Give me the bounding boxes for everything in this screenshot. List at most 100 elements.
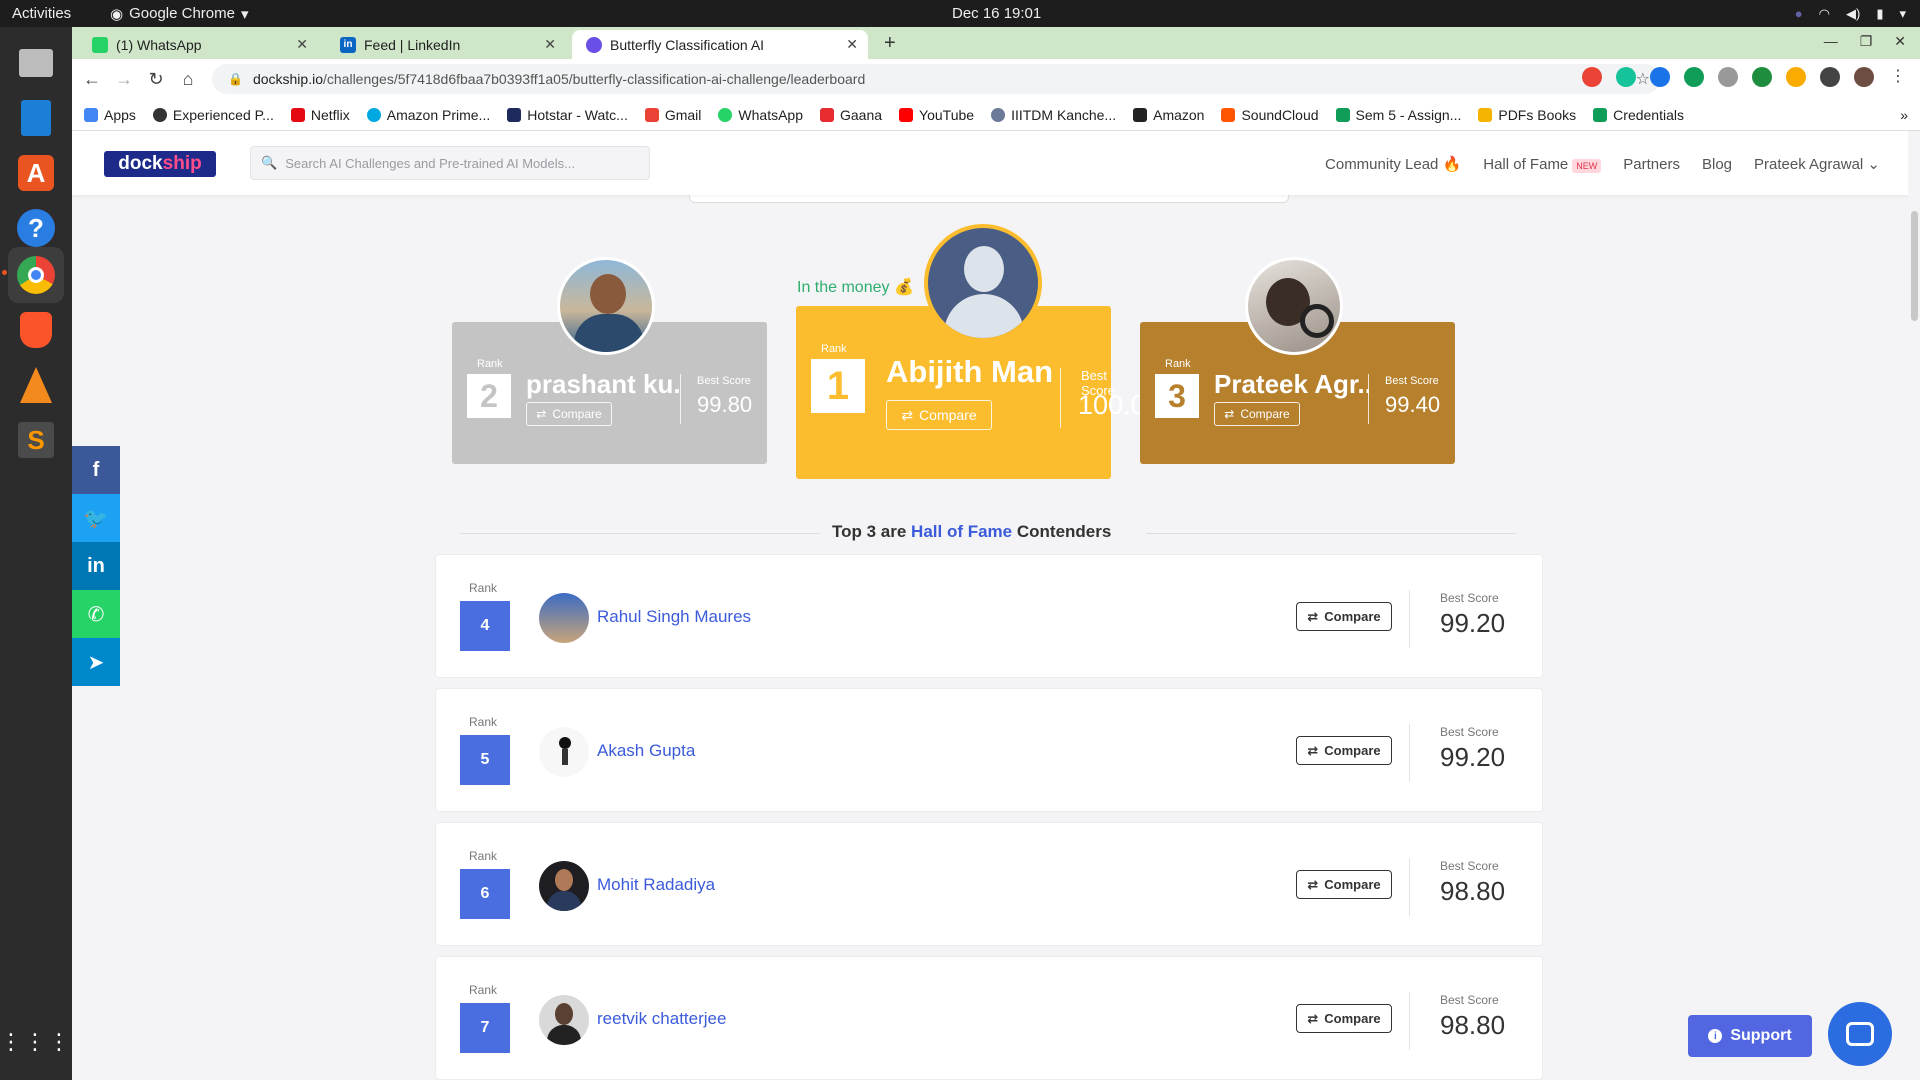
hall-of-fame-link[interactable]: Hall of Fame [911, 522, 1012, 541]
bookmark-item[interactable]: Gmail [644, 107, 701, 123]
avatar[interactable] [1245, 257, 1343, 355]
search-placeholder: Search AI Challenges and Pre-trained AI … [285, 155, 575, 171]
user-menu[interactable]: Prateek Agrawal ⌄ [1754, 155, 1880, 173]
support-button[interactable]: i Support [1688, 1015, 1812, 1057]
iiitdm-icon [991, 107, 1006, 122]
compare-button[interactable]: ⇄ Compare [1296, 1004, 1392, 1033]
bookmark-item[interactable]: WhatsApp [718, 107, 803, 123]
tab-whatsapp[interactable]: (1) WhatsApp ✕ [78, 30, 318, 59]
bookmarks-bar: Apps Experienced P... Netflix Amazon Pri… [72, 99, 1920, 131]
twitter-icon[interactable]: 🐦 [72, 494, 120, 542]
close-icon[interactable]: ✕ [846, 36, 858, 53]
bookmark-apps[interactable]: Apps [84, 107, 136, 123]
bookmark-label: Netflix [310, 106, 350, 123]
more-bookmarks-icon[interactable]: » [1900, 107, 1908, 123]
extension-icon[interactable] [1718, 67, 1738, 87]
tab-linkedin[interactable]: in Feed | LinkedIn ✕ [326, 30, 566, 59]
sublime-icon[interactable]: S [8, 412, 64, 468]
bookmark-item[interactable]: Hotstar - Watc... [507, 107, 628, 123]
nav-blog[interactable]: Blog [1702, 156, 1732, 173]
nav-community-lead[interactable]: Community Lead 🔥 [1325, 155, 1461, 173]
bookmark-item[interactable]: PDFs Books [1478, 107, 1576, 123]
avatar[interactable] [539, 995, 589, 1045]
vlc-icon[interactable] [8, 357, 64, 413]
challenge-card-edge [689, 195, 1289, 203]
avatar[interactable] [539, 727, 589, 777]
writer-icon[interactable] [8, 90, 64, 146]
chrome-icon[interactable] [8, 247, 64, 303]
compare-button[interactable]: ⇄ Compare [886, 400, 992, 430]
home-icon[interactable]: ⌂ [172, 69, 204, 90]
search-input[interactable]: 🔍 Search AI Challenges and Pre-trained A… [250, 146, 650, 180]
brave-icon[interactable] [8, 302, 64, 358]
page-scrollbar[interactable] [1908, 131, 1920, 1080]
reload-icon[interactable]: ↻ [140, 69, 172, 90]
linkedin-icon[interactable]: in [72, 542, 120, 590]
avatar[interactable] [539, 861, 589, 911]
extension-icon[interactable] [1752, 67, 1772, 87]
compare-label: Compare [1324, 743, 1381, 758]
url-host: dockship.io [252, 71, 323, 87]
participant-name[interactable]: Akash Gupta [597, 741, 695, 761]
extension-icon[interactable] [1684, 67, 1704, 87]
nav-hall-of-fame[interactable]: Hall of Fame NEW [1483, 156, 1602, 173]
bookmark-item[interactable]: Credentials [1593, 107, 1684, 123]
sheets-icon [1593, 107, 1608, 122]
bookmark-item[interactable]: Netflix [290, 106, 350, 123]
show-apps-icon[interactable]: ⋮⋮⋮ [0, 1014, 70, 1070]
bookmark-item[interactable]: IIITDM Kanche... [991, 107, 1116, 123]
extension-icon[interactable] [1582, 67, 1602, 87]
close-icon[interactable]: ✕ [296, 36, 308, 53]
telegram-icon[interactable]: ➤ [72, 638, 120, 686]
app-menu[interactable]: ◉ Google Chrome ▾ [110, 5, 249, 23]
compare-button[interactable]: ⇄ Compare [526, 402, 612, 426]
close-window-icon[interactable]: ✕ [1894, 33, 1906, 50]
compare-button[interactable]: ⇄ Compare [1296, 736, 1392, 765]
bookmark-item[interactable]: Gaana [820, 107, 882, 123]
back-icon[interactable]: ← [76, 69, 108, 90]
participant-name[interactable]: reetvik chatterjee [597, 1009, 726, 1029]
bookmark-item[interactable]: Experienced P... [152, 107, 274, 123]
best-score-value: 98.80 [1440, 876, 1506, 906]
minimize-icon[interactable]: — [1824, 33, 1838, 50]
puzzle-icon[interactable] [1820, 67, 1840, 87]
clock[interactable]: Dec 16 19:01 [952, 5, 1041, 22]
grammarly-icon[interactable] [1616, 67, 1636, 87]
pencil-icon[interactable] [1786, 67, 1806, 87]
participant-name[interactable]: Mohit Radadiya [597, 875, 715, 895]
bookmark-item[interactable]: Amazon [1133, 107, 1204, 123]
participant-name[interactable]: Rahul Singh Maures [597, 607, 751, 627]
address-bar[interactable]: 🔒 dockship.io /challenges/5f7418d6fbaa7b… [212, 64, 1660, 94]
new-tab-button[interactable]: + [884, 32, 896, 55]
forward-icon[interactable]: → [108, 69, 140, 90]
system-tray[interactable]: ● ◠ ◀) ▮ ▾ [1795, 6, 1906, 22]
dockship-logo[interactable]: dock ship [104, 151, 216, 177]
bookmark-item[interactable]: SoundCloud [1221, 107, 1319, 123]
participant-name[interactable]: Abijith Man... [886, 354, 1054, 390]
tab-butterfly[interactable]: Butterfly Classification AI ✕ [572, 30, 868, 59]
avatar-placeholder[interactable] [924, 224, 1042, 342]
bookmark-item[interactable]: Sem 5 - Assign... [1335, 107, 1461, 123]
close-icon[interactable]: ✕ [544, 36, 556, 53]
avatar[interactable] [557, 257, 655, 355]
files-icon[interactable] [8, 35, 64, 91]
menu-icon[interactable]: ⋮ [1888, 67, 1908, 87]
whatsapp-icon[interactable]: ✆ [72, 590, 120, 638]
compare-button[interactable]: ⇄ Compare [1296, 602, 1392, 631]
bookmark-item[interactable]: YouTube [899, 107, 974, 123]
nav-partners[interactable]: Partners [1623, 156, 1680, 173]
software-center-icon[interactable]: A [8, 145, 64, 201]
scrollbar-thumb[interactable] [1911, 211, 1918, 321]
profile-avatar[interactable] [1854, 67, 1874, 87]
participant-name[interactable]: prashant ku... [526, 369, 681, 400]
compare-button[interactable]: ⇄ Compare [1214, 402, 1300, 426]
participant-name[interactable]: Prateek Agr... [1214, 369, 1369, 400]
bookmark-item[interactable]: Amazon Prime... [366, 107, 490, 123]
chat-launcher[interactable] [1828, 1002, 1892, 1066]
maximize-icon[interactable]: ❐ [1860, 33, 1873, 50]
facebook-icon[interactable]: f [72, 446, 120, 494]
compare-button[interactable]: ⇄ Compare [1296, 870, 1392, 899]
extension-icon[interactable] [1650, 67, 1670, 87]
activities-button[interactable]: Activities [12, 5, 71, 22]
avatar[interactable] [539, 593, 589, 643]
